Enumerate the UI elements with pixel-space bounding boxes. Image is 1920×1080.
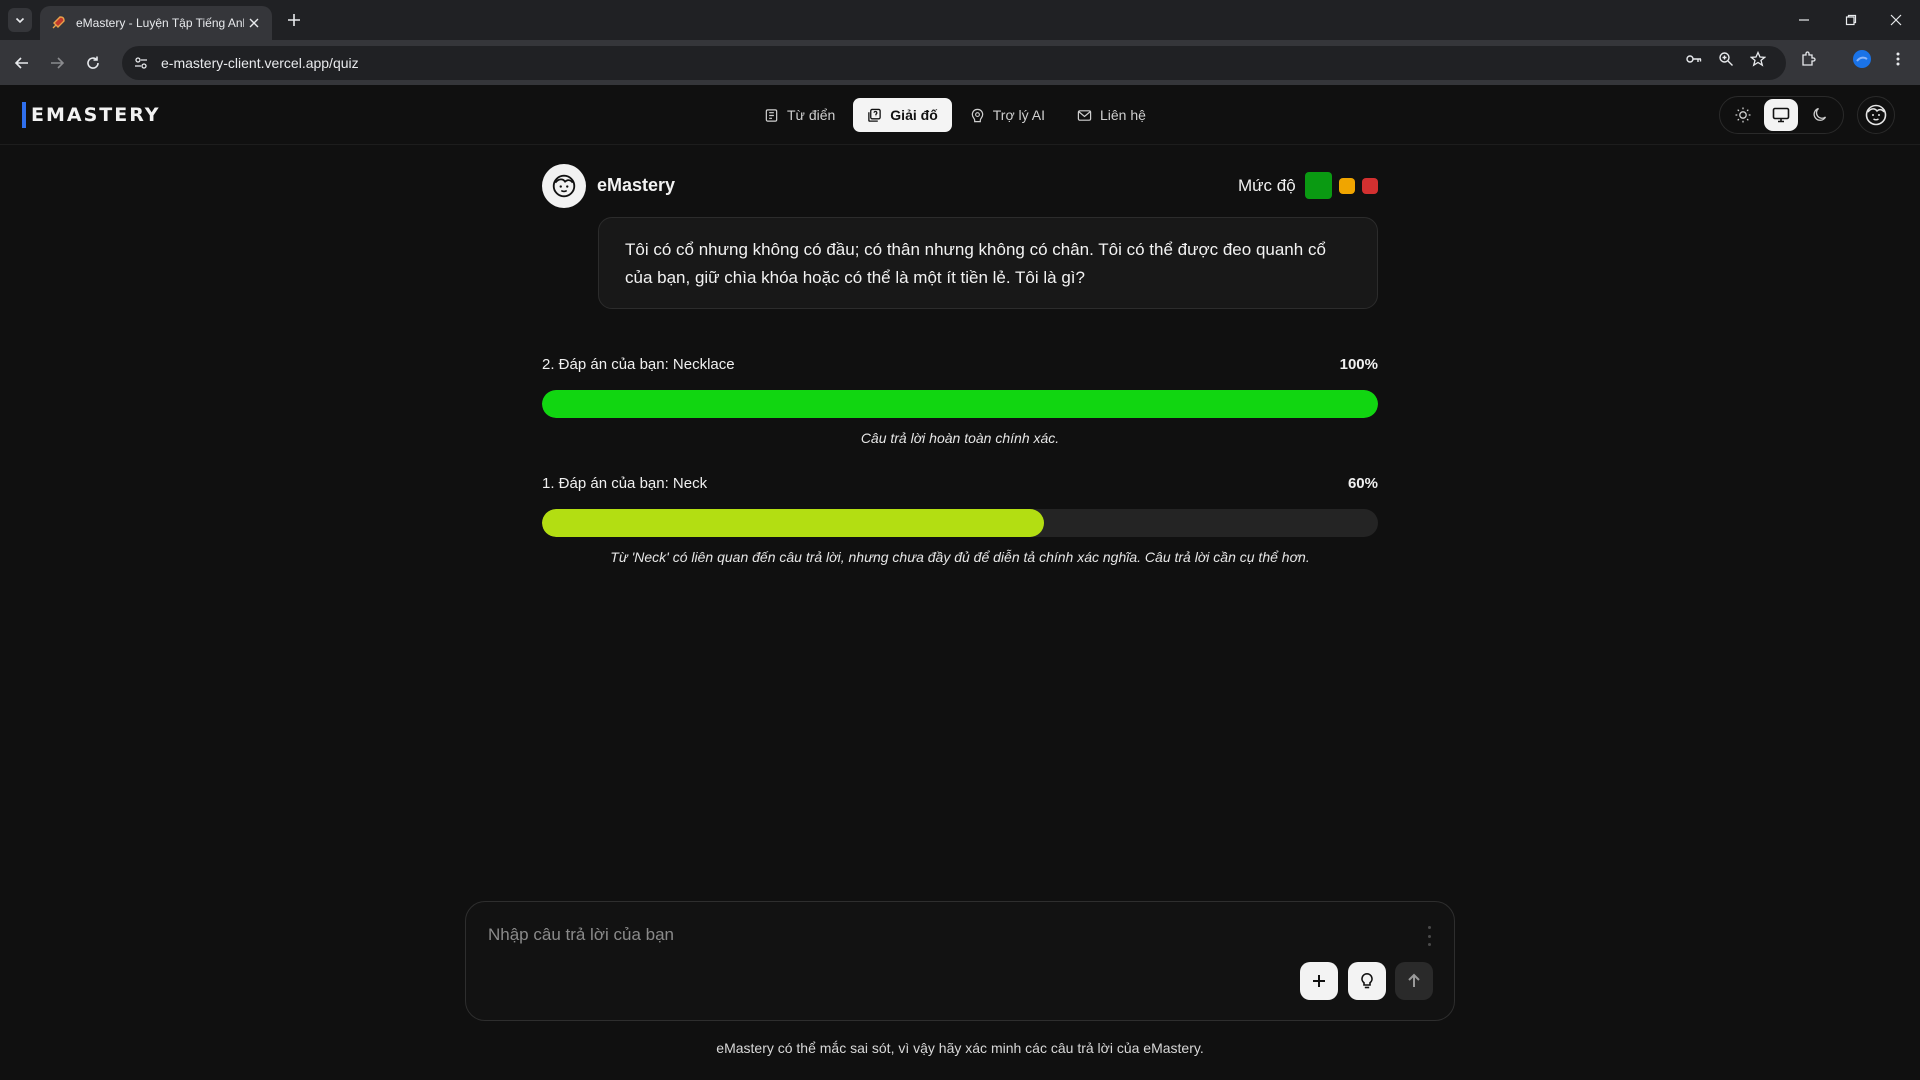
answer-result: 2. Đáp án của bạn: Necklace 100% Câu trả… — [542, 356, 1378, 446]
bot-face-icon — [552, 174, 576, 198]
score-bar — [542, 509, 1378, 537]
answer-feedback: Câu trả lời hoàn toàn chính xác. — [860, 430, 1060, 446]
answer-label: 2. Đáp án của bạn: Necklace — [542, 356, 735, 373]
nav-contact[interactable]: Liên hệ — [1063, 98, 1160, 132]
bot-name: eMastery — [597, 175, 676, 195]
question-bubble: Tôi có cổ nhưng không có đầu; có thân nh… — [598, 217, 1378, 309]
arrow-up-icon — [1408, 973, 1420, 987]
extensions-icon[interactable] — [1795, 46, 1821, 72]
restore-button[interactable] — [1829, 0, 1873, 40]
nav-puzzle-label: Giải đố — [890, 107, 938, 123]
difficulty-easy-button[interactable] — [1304, 172, 1332, 199]
reload-button[interactable] — [80, 50, 106, 76]
resize-handle-icon[interactable] — [1426, 926, 1432, 946]
tab-search-button[interactable] — [8, 8, 32, 32]
answer-input[interactable] — [488, 920, 1388, 950]
url-text: e-mastery-client.vercel.app/quiz — [161, 55, 359, 71]
nav-dictionary-label: Từ điển — [787, 107, 836, 123]
close-window-button[interactable] — [1874, 0, 1918, 40]
browser-toolbar: e-mastery-client.vercel.app/quiz — [0, 40, 1920, 85]
password-key-icon[interactable] — [1681, 46, 1707, 72]
arrow-right-icon — [51, 57, 65, 69]
difficulty-medium-button[interactable] — [1338, 177, 1355, 194]
arrow-left-icon — [14, 57, 28, 69]
browser-menu-icon[interactable] — [1885, 46, 1911, 72]
score-bar — [542, 390, 1378, 418]
forward-button[interactable] — [44, 50, 70, 76]
score-bar-fill — [542, 509, 1044, 537]
answer-percent: 100% — [1339, 356, 1378, 373]
submit-button[interactable] — [1395, 962, 1433, 1000]
theme-dark-button[interactable] — [1803, 99, 1837, 131]
restore-icon — [1845, 14, 1857, 26]
site-info-icon[interactable] — [127, 49, 155, 77]
nav-dictionary[interactable]: Từ điển — [750, 98, 849, 132]
rocket-favicon-icon — [52, 16, 65, 29]
nav-ai-assistant[interactable]: Trợ lý AI — [956, 98, 1059, 132]
nav-puzzle[interactable]: Giải đố — [853, 98, 952, 132]
nav-ai-assistant-label: Trợ lý AI — [992, 107, 1045, 123]
bookmark-star-icon[interactable] — [1745, 46, 1771, 72]
close-icon — [1890, 14, 1902, 26]
lightbulb-icon — [1361, 972, 1373, 989]
difficulty-hard-button[interactable] — [1361, 177, 1378, 194]
reload-icon — [87, 56, 99, 69]
theme-switcher — [1719, 96, 1844, 134]
minimize-button[interactable] — [1782, 0, 1826, 40]
add-button[interactable] — [1300, 962, 1338, 1000]
theme-light-button[interactable] — [1726, 99, 1760, 131]
app-header: EMASTERY Từ điển Giải đố Trợ lý AI Liên … — [0, 85, 1920, 145]
user-avatar-button[interactable] — [1857, 96, 1895, 134]
answer-label: 1. Đáp án của bạn: Neck — [542, 475, 708, 492]
bot-avatar — [542, 164, 586, 208]
book-icon — [765, 108, 778, 122]
main-nav: Từ điển Giải đố Trợ lý AI Liên hệ — [750, 98, 1160, 132]
disclaimer-text: eMastery có thể mắc sai sót, vì vậy hãy … — [716, 1040, 1204, 1056]
puzzle-icon — [868, 108, 882, 122]
difficulty-selector: Mức độ — [1238, 172, 1378, 199]
score-bar-fill — [542, 390, 1378, 418]
plus-icon — [288, 14, 300, 26]
nav-contact-label: Liên hệ — [1099, 107, 1146, 123]
answer-composer — [465, 901, 1455, 1021]
plus-icon — [1313, 975, 1325, 987]
address-bar[interactable]: e-mastery-client.vercel.app/quiz — [122, 46, 1786, 80]
user-face-icon — [1865, 104, 1887, 126]
browser-tab[interactable]: eMastery - Luyện Tập Tiếng Anh — [40, 6, 272, 40]
minimize-icon — [1799, 19, 1809, 21]
answer-feedback: Từ 'Neck' có liên quan đến câu trả lời, … — [610, 549, 1310, 565]
back-button[interactable] — [9, 50, 35, 76]
zoom-icon[interactable] — [1713, 46, 1739, 72]
close-tab-icon[interactable] — [246, 15, 262, 31]
monitor-icon — [1773, 107, 1790, 123]
profile-avatar-icon[interactable] — [1849, 46, 1875, 72]
sun-icon — [1735, 107, 1751, 123]
hint-button[interactable] — [1348, 962, 1386, 1000]
chevron-down-icon — [15, 17, 25, 24]
logo[interactable]: EMASTERY — [22, 102, 161, 128]
mail-icon — [1077, 109, 1092, 121]
theme-system-button[interactable] — [1764, 99, 1799, 131]
moon-icon — [1813, 107, 1826, 121]
ai-assistant-icon — [971, 108, 984, 122]
difficulty-label: Mức độ — [1238, 175, 1296, 195]
new-tab-button[interactable] — [282, 8, 306, 32]
answer-result: 1. Đáp án của bạn: Neck 60% Từ 'Neck' có… — [542, 475, 1378, 565]
browser-tab-bar: eMastery - Luyện Tập Tiếng Anh — [0, 0, 1920, 40]
tab-title: eMastery - Luyện Tập Tiếng Anh — [76, 16, 244, 30]
answer-percent: 60% — [1347, 475, 1378, 492]
